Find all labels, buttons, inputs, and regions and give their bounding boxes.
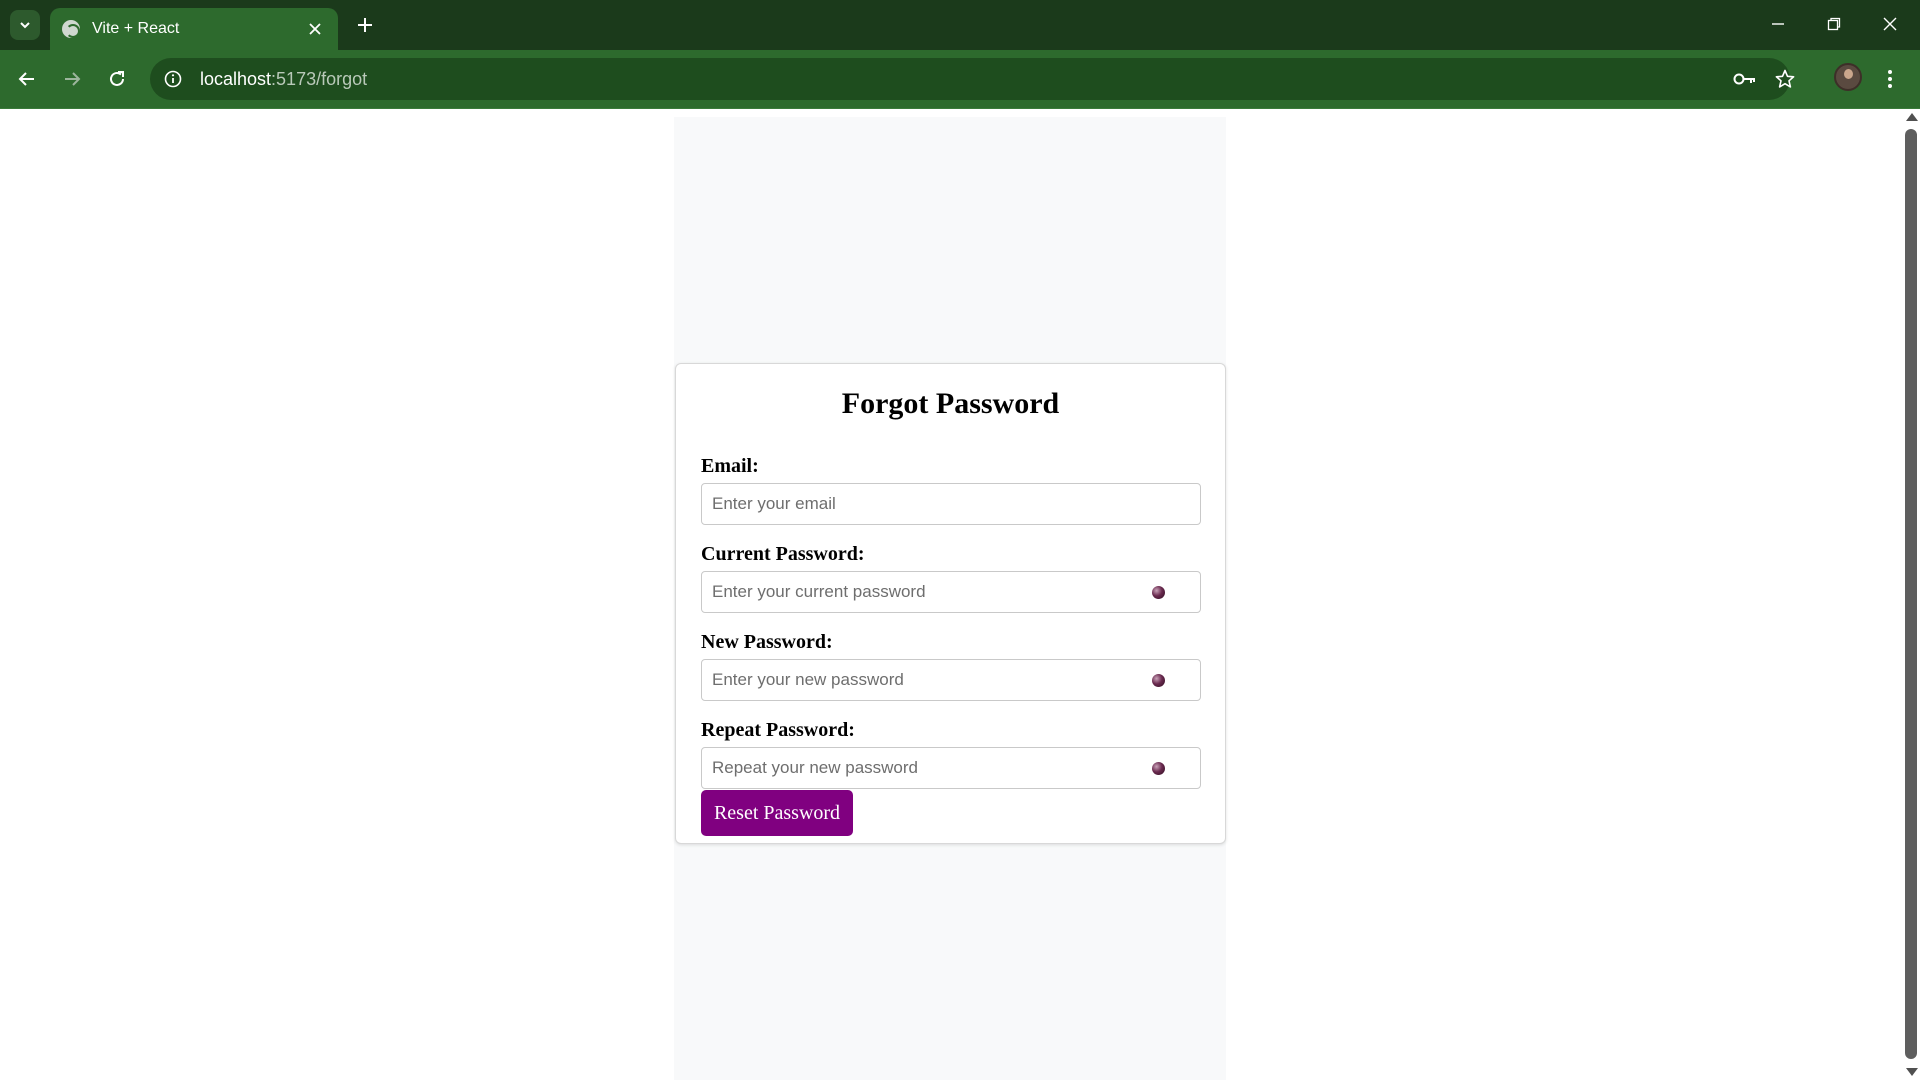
email-input[interactable] [701,483,1201,525]
arrow-left-icon [18,72,34,86]
browser-tab[interactable]: Vite + React [50,8,338,50]
repeat-password-field-wrap [701,747,1201,789]
minimize-icon [1772,23,1784,25]
repeat-password-input[interactable] [701,747,1201,789]
scrollbar-thumb[interactable] [1905,129,1917,1059]
globe-icon [62,20,80,38]
address-bar[interactable]: localhost:5173/forgot [150,58,1795,100]
reset-password-button[interactable]: Reset Password [701,790,853,836]
url-text: localhost:5173/forgot [200,69,367,90]
page-title: Forgot Password [841,387,1060,420]
restore-button[interactable] [1814,8,1854,40]
reload-icon [110,71,124,86]
plus-icon [358,18,372,32]
back-button[interactable] [12,64,42,94]
url-host: localhost [200,68,272,89]
eye-toggle-icon[interactable] [1152,586,1165,599]
close-icon [1883,17,1897,31]
forward-button[interactable] [57,64,87,94]
reload-button[interactable] [102,64,132,94]
window-close-button[interactable] [1870,8,1910,40]
star-icon [1775,69,1795,88]
close-icon [309,23,321,35]
password-manager-button[interactable] [1732,68,1758,90]
arrow-right-icon [65,72,81,86]
browser-toolbar: localhost:5173/forgot [0,50,1920,108]
tab-title: Vite + React [92,20,180,37]
tab-search-button[interactable] [10,10,40,40]
scroll-down-arrow-icon[interactable] [1906,1068,1918,1076]
profile-avatar[interactable] [1834,63,1862,91]
restore-icon [1827,17,1841,31]
new-password-field-wrap [701,659,1201,701]
eye-toggle-icon[interactable] [1152,674,1165,687]
vertical-scrollbar[interactable] [1902,109,1920,1080]
info-icon [164,70,182,88]
eye-toggle-icon[interactable] [1152,762,1165,775]
current-password-input[interactable] [701,571,1201,613]
scroll-up-arrow-icon[interactable] [1906,113,1918,121]
new-password-input[interactable] [701,659,1201,701]
current-password-label: Current Password: [701,543,865,565]
tab-close-button[interactable] [304,18,326,40]
repeat-password-label: Repeat Password: [701,719,855,741]
chevron-down-icon [20,22,30,29]
new-tab-button[interactable] [352,12,378,38]
bookmark-button[interactable] [1772,68,1798,90]
email-label: Email: [701,455,759,477]
page-viewport: Forgot Password Email: Current Password:… [0,109,1902,1080]
browser-tabstrip: Vite + React [0,0,1920,50]
email-field-wrap [701,483,1201,525]
kebab-menu-icon[interactable] [1880,64,1900,94]
minimize-button[interactable] [1758,8,1798,40]
url-path: :5173/forgot [271,68,368,89]
forgot-password-card: Forgot Password Email: Current Password:… [675,363,1226,844]
key-icon [1733,73,1755,85]
site-info-button[interactable] [162,68,184,90]
current-password-field-wrap [701,571,1201,613]
new-password-label: New Password: [701,631,833,653]
